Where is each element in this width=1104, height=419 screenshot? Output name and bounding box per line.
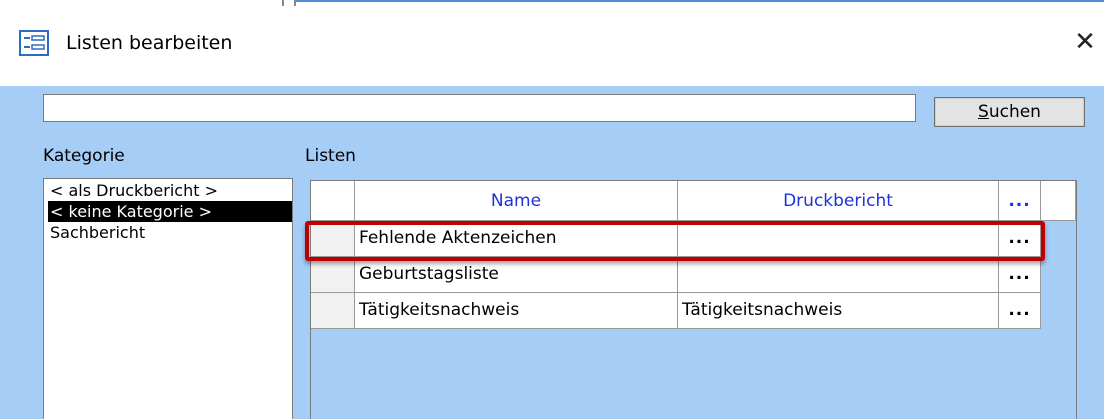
row-selector[interactable] <box>311 257 355 293</box>
cell-name[interactable]: Tätigkeitsnachweis <box>355 293 678 329</box>
cell-name[interactable]: Fehlende Aktenzeichen <box>355 221 678 257</box>
cell-druckbericht[interactable] <box>678 257 999 293</box>
edit-ellipsis-button[interactable]: ... <box>999 221 1041 257</box>
table-row[interactable]: Fehlende Aktenzeichen ... <box>311 221 1076 257</box>
title-bar: Listen bearbeiten ✕ <box>0 0 1104 86</box>
cell-druckbericht[interactable] <box>678 221 999 257</box>
header-filler <box>1041 181 1076 221</box>
edit-ellipsis-button[interactable]: ... <box>999 257 1041 293</box>
column-header-edit[interactable]: ... <box>999 181 1041 221</box>
listen-grid[interactable]: Name Druckbericht ... Fehlende Aktenzeic… <box>310 180 1077 419</box>
window-title: Listen bearbeiten <box>66 32 233 54</box>
search-button-accelerator: S <box>978 102 989 122</box>
background-window-mark <box>282 0 296 6</box>
cell-name[interactable]: Geburtstagsliste <box>355 257 678 293</box>
form-icon <box>19 30 49 56</box>
kategorie-item[interactable]: < als Druckbericht > <box>48 180 292 201</box>
grid-header: Name Druckbericht ... <box>311 181 1076 221</box>
search-input[interactable] <box>43 94 916 122</box>
table-row[interactable]: Tätigkeitsnachweis Tätigkeitsnachweis ..… <box>311 293 1076 329</box>
row-selector[interactable] <box>311 293 355 329</box>
edit-ellipsis-button[interactable]: ... <box>999 293 1041 329</box>
close-icon[interactable]: ✕ <box>1070 26 1100 58</box>
column-header-druckbericht[interactable]: Druckbericht <box>678 181 999 221</box>
search-button-label: uchen <box>988 102 1041 122</box>
kategorie-item[interactable]: Sachbericht <box>48 222 292 243</box>
kategorie-item-selected[interactable]: < keine Kategorie > <box>48 201 292 222</box>
table-row[interactable]: Geburtstagsliste ... <box>311 257 1076 293</box>
listen-label: Listen <box>305 146 356 166</box>
kategorie-list[interactable]: < als Druckbericht > < keine Kategorie >… <box>43 178 293 419</box>
header-row-selector <box>311 181 355 221</box>
cell-druckbericht[interactable]: Tätigkeitsnachweis <box>678 293 999 329</box>
column-header-name[interactable]: Name <box>355 181 678 221</box>
background-window-edge <box>296 0 1104 2</box>
row-selector[interactable] <box>311 221 355 257</box>
search-button[interactable]: Suchen <box>934 97 1085 127</box>
kategorie-label: Kategorie <box>43 146 125 166</box>
